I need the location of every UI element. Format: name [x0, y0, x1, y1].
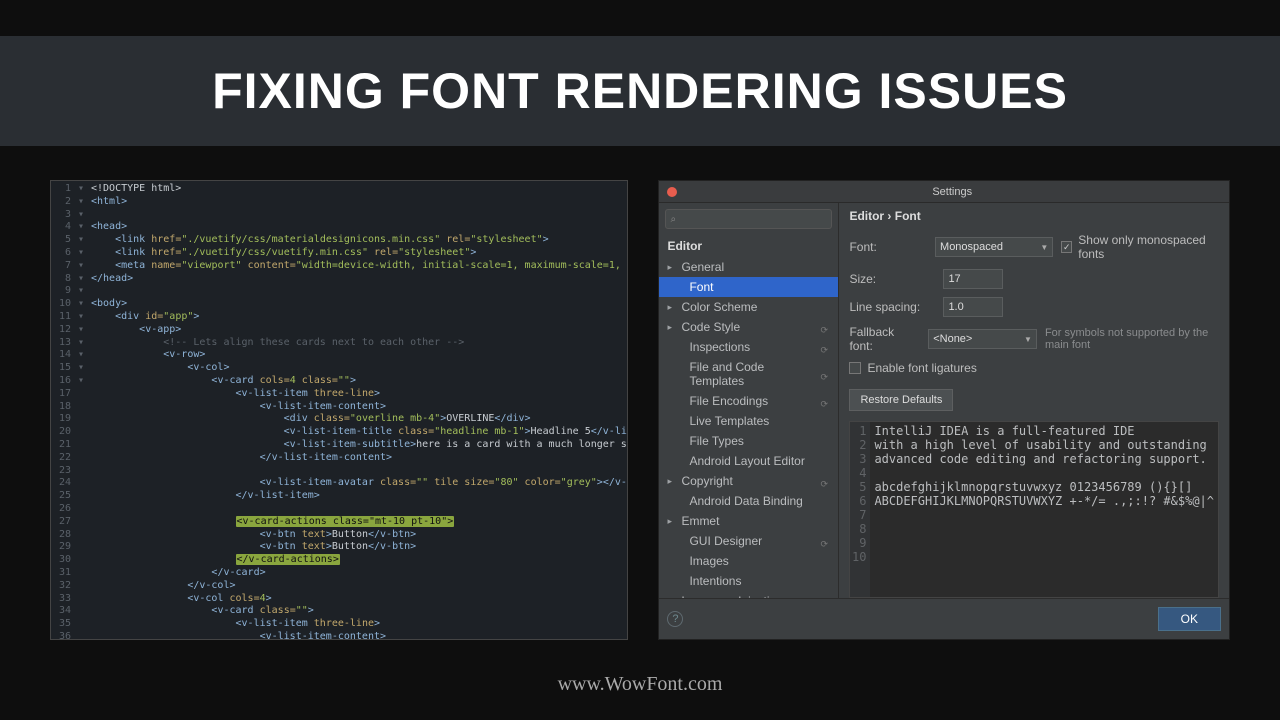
title-banner: FIXING FONT RENDERING ISSUES — [0, 36, 1280, 146]
sidebar-item-font[interactable]: Font — [659, 277, 838, 297]
sidebar-item-android-layout-editor[interactable]: Android Layout Editor — [659, 451, 838, 471]
sync-icon — [821, 369, 831, 379]
sidebar-item-intentions[interactable]: Intentions — [659, 571, 838, 591]
line-spacing-input[interactable] — [943, 297, 1003, 317]
page-title: FIXING FONT RENDERING ISSUES — [212, 62, 1068, 120]
font-preview[interactable]: 12345678910 IntelliJ IDEA is a full-feat… — [849, 421, 1219, 598]
sidebar-item-code-style[interactable]: ▸Code Style — [659, 317, 838, 337]
sidebar-item-copyright[interactable]: ▸Copyright — [659, 471, 838, 491]
sidebar-item-gui-designer[interactable]: GUI Designer — [659, 531, 838, 551]
fold-gutter: ▾▾▾▾▾▾▾▾▾▾▾▾▾▾▾▾ — [75, 181, 87, 639]
sidebar-item-color-scheme[interactable]: ▸Color Scheme — [659, 297, 838, 317]
chevron-down-icon: ▼ — [1040, 243, 1048, 252]
dialog-buttonbar: ? OK — [659, 598, 1229, 639]
dialog-title: Settings — [683, 186, 1221, 198]
sidebar-item-file-and-code-templates[interactable]: File and Code Templates — [659, 357, 838, 391]
ok-button[interactable]: OK — [1158, 607, 1221, 631]
sidebar-item-language-injections[interactable]: ▸Language Injections — [659, 591, 838, 598]
size-label: Size: — [849, 272, 935, 286]
settings-dialog: Settings ⌕ Editor ▸GeneralFont▸Color Sch… — [658, 180, 1230, 640]
sidebar-item-emmet[interactable]: ▸Emmet — [659, 511, 838, 531]
breadcrumb: Editor › Font — [849, 209, 1219, 223]
show-mono-checkbox[interactable]: ✓ Show only monospaced fonts — [1061, 233, 1219, 261]
chevron-down-icon: ▼ — [1024, 335, 1032, 344]
font-combo[interactable]: Monospaced ▼ — [935, 237, 1053, 257]
sidebar-item-general[interactable]: ▸General — [659, 257, 838, 277]
help-icon[interactable]: ? — [667, 611, 683, 627]
code-editor-panel: 1234567891011121314151617181920212223242… — [50, 180, 628, 640]
sidebar-item-android-data-binding[interactable]: Android Data Binding — [659, 491, 838, 511]
ligatures-checkbox[interactable]: Enable font ligatures — [849, 361, 976, 375]
sync-icon — [820, 476, 830, 486]
close-traffic-light[interactable] — [667, 187, 677, 197]
sync-icon — [820, 342, 830, 352]
line-spacing-label: Line spacing: — [849, 300, 935, 314]
sidebar-item-images[interactable]: Images — [659, 551, 838, 571]
sidebar-item-inspections[interactable]: Inspections — [659, 337, 838, 357]
settings-search-input[interactable]: ⌕ — [665, 209, 832, 229]
sidebar-item-file-encodings[interactable]: File Encodings — [659, 391, 838, 411]
search-icon: ⌕ — [670, 214, 676, 225]
dialog-titlebar: Settings — [659, 181, 1229, 203]
settings-main: Editor › Font Font: Monospaced ▼ ✓ Show … — [839, 203, 1229, 598]
fallback-label: Fallback font: — [849, 325, 920, 353]
sync-icon — [820, 322, 830, 332]
sync-icon — [820, 396, 830, 406]
sidebar-header-editor[interactable]: Editor — [659, 235, 838, 257]
fallback-combo[interactable]: <None> ▼ — [928, 329, 1037, 349]
line-number-gutter: 1234567891011121314151617181920212223242… — [51, 181, 75, 639]
sync-icon — [820, 536, 830, 546]
font-label: Font: — [849, 240, 927, 254]
size-input[interactable] — [943, 269, 1003, 289]
sidebar-item-file-types[interactable]: File Types — [659, 431, 838, 451]
code-area[interactable]: <!DOCTYPE html><html> <head> <link href=… — [87, 181, 627, 639]
restore-defaults-button[interactable]: Restore Defaults — [849, 389, 953, 411]
settings-sidebar: ⌕ Editor ▸GeneralFont▸Color Scheme▸Code … — [659, 203, 839, 598]
footer-url: www.WowFont.com — [0, 673, 1280, 696]
fallback-hint: For symbols not supported by the main fo… — [1045, 327, 1219, 351]
sidebar-item-live-templates[interactable]: Live Templates — [659, 411, 838, 431]
